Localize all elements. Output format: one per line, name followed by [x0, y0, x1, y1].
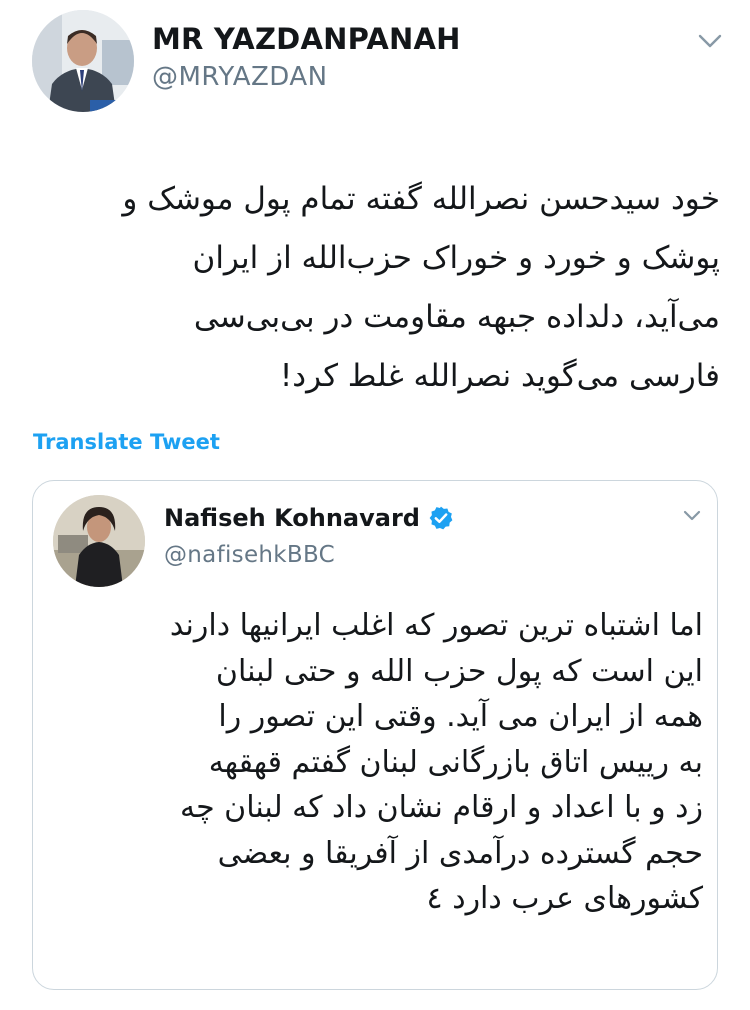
quoted-text-line: اما اشتباه ترین تصور که اغلب ایرانیها دا…: [169, 608, 703, 643]
quoted-tweet[interactable]: Nafiseh Kohnavard @nafisehkBBC اما اشتبا…: [32, 480, 718, 990]
quoted-author-name-row[interactable]: Nafiseh Kohnavard: [164, 504, 454, 532]
quoted-text-line: این است که پول حزب الله و حتی لبنان: [215, 653, 703, 689]
translate-tweet-link[interactable]: Translate Tweet: [33, 430, 220, 454]
quoted-text-line: به رییس اتاق بازرگانی لبنان گفتم قهقهه: [208, 744, 703, 780]
quoted-author-name[interactable]: Nafiseh Kohnavard: [164, 504, 420, 532]
quoted-text-line: کشورهای عرب دارد ٤: [426, 881, 703, 916]
quoted-tweet-text: اما اشتباه ترین تصور که اغلب ایرانیها دا…: [47, 603, 703, 922]
quoted-text-line: همه از ایران می آید. وقتی این تصور را: [218, 699, 703, 734]
tweet-text-line: پوشک و خورد و خوراک حزب‌الله از ایران: [192, 240, 720, 276]
quoted-author-avatar-image: [53, 495, 145, 587]
tweet: MR YAZDANPANAH @MRYAZDAN خود سیدحسن نصرا…: [0, 0, 750, 1010]
tweet-text: خود سیدحسن نصرالله گفته تمام پول موشک و …: [20, 170, 720, 406]
author-avatar[interactable]: [32, 10, 134, 112]
quoted-text-line: حجم گسترده درآمدی از آفریقا و بعضی: [217, 835, 703, 871]
tweet-text-line: خود سیدحسن نصرالله گفته تمام پول موشک و: [122, 181, 720, 217]
tweet-text-line: فارسی می‌گوید نصرالله غلط کرد!: [279, 358, 720, 394]
chevron-down-icon[interactable]: [682, 509, 702, 523]
quoted-text-line: زد و با اعداد و ارقام نشان داد که لبنان …: [180, 790, 703, 825]
quoted-author-handle[interactable]: @nafisehkBBC: [164, 542, 335, 568]
verified-badge-icon: [429, 506, 453, 530]
author-avatar-image: [32, 10, 134, 112]
tweet-text-line: می‌آید، دلداده جبهه مقاومت در بی‌بی‌سی: [193, 299, 720, 335]
chevron-down-icon[interactable]: [697, 32, 723, 50]
author-name[interactable]: MR YAZDANPANAH: [152, 22, 461, 56]
quoted-author-avatar[interactable]: [53, 495, 145, 587]
author-handle[interactable]: @MRYAZDAN: [152, 62, 328, 92]
